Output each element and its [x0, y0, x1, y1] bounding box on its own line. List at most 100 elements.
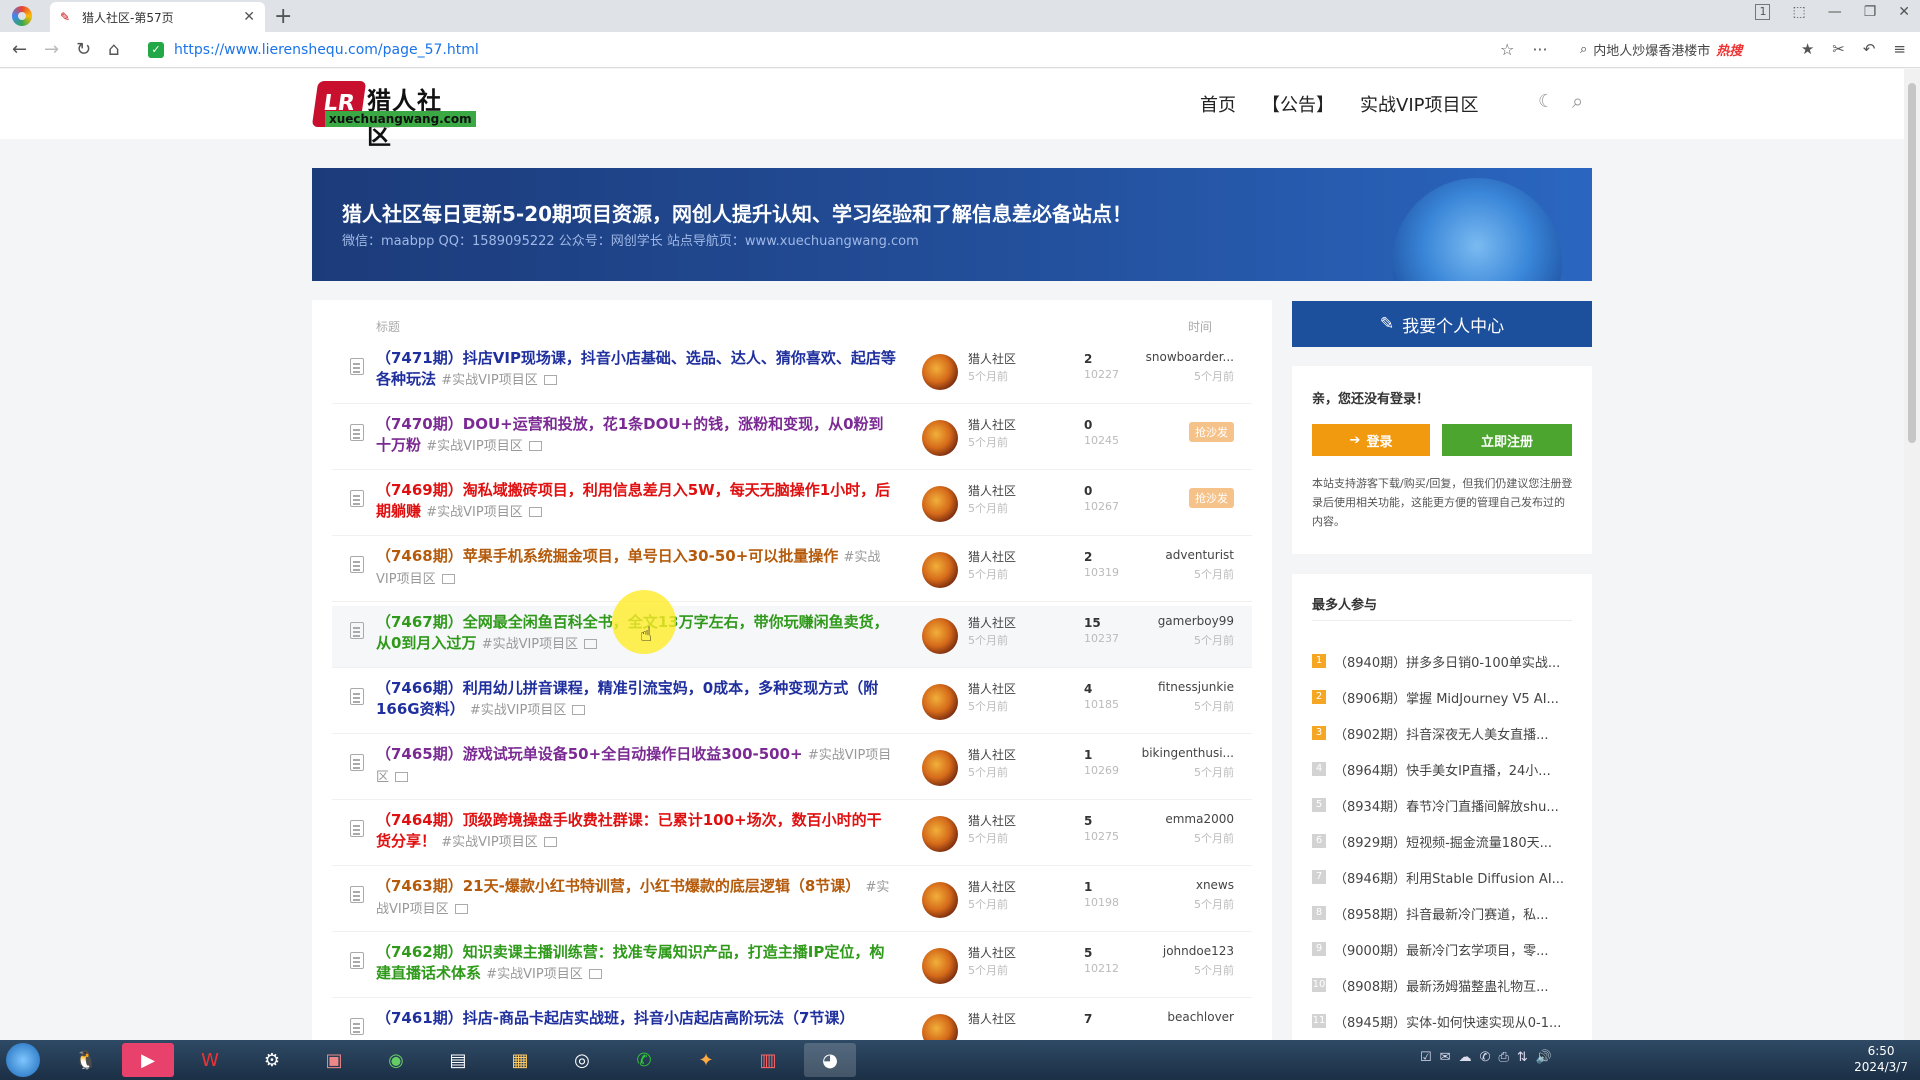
author-avatar[interactable] — [922, 354, 958, 390]
undo-icon[interactable]: ↶ — [1863, 40, 1876, 58]
last-reply-user[interactable]: fitnessjunkie — [1158, 680, 1234, 694]
scrollbar-thumb[interactable] — [1908, 83, 1916, 443]
author-avatar[interactable] — [922, 948, 958, 984]
slides-app-icon[interactable]: ▥ — [742, 1043, 794, 1077]
hot-topic-item[interactable]: 3 （8902期）抖音深夜无人美女直播... — [1312, 722, 1577, 744]
page-scrollbar[interactable] — [1904, 69, 1920, 1040]
author-avatar[interactable] — [922, 420, 958, 456]
author-name[interactable]: 猎人社区 — [968, 416, 1016, 433]
author-avatar[interactable] — [922, 882, 958, 918]
author-avatar[interactable] — [922, 618, 958, 654]
author-name[interactable]: 猎人社区 — [968, 878, 1016, 895]
qq-app-icon[interactable]: 🐧 — [60, 1043, 112, 1077]
tab-count-badge[interactable]: 1 — [1755, 4, 1771, 20]
category-tag[interactable]: #实战VIP项目区 — [470, 703, 566, 718]
last-reply-user[interactable]: emma2000 — [1165, 812, 1234, 826]
promo-banner[interactable]: 猎人社区每日更新5-20期项目资源，网创人提升认知、学习经验和了解信息差必备站点… — [312, 168, 1592, 281]
close-window-icon[interactable]: ✕ — [1898, 4, 1910, 20]
browser-logo-icon[interactable] — [12, 6, 32, 26]
tray-wechat-icon[interactable]: ✆ — [1480, 1050, 1491, 1065]
minimize-icon[interactable]: — — [1828, 4, 1842, 20]
hot-topic-item[interactable]: 4 （8964期）快手美女IP直播，24小... — [1312, 758, 1577, 780]
red-app-icon[interactable]: ▶ — [122, 1043, 174, 1077]
home-icon[interactable]: ⌂ — [108, 39, 119, 60]
author-avatar[interactable] — [922, 816, 958, 852]
thread-row[interactable]: （7467期）全网最全闲鱼百科全书，全文13万字左右，带你玩赚闲鱼卖货，从0到月… — [332, 606, 1252, 668]
tray-volume-icon[interactable]: 🔊 — [1536, 1050, 1552, 1065]
media-app-icon[interactable]: ▣ — [308, 1043, 360, 1077]
user-center-button[interactable]: ✎ 我要个人中心 — [1292, 301, 1592, 347]
last-reply-user[interactable]: bikingenthusi... — [1142, 746, 1234, 760]
author-avatar[interactable] — [922, 486, 958, 522]
skin-icon[interactable]: ⬚ — [1792, 4, 1805, 20]
thread-title[interactable]: （7466期）利用幼儿拼音课程，精准引流宝妈，0成本，多种变现方式（附166G资… — [376, 679, 878, 718]
author-name[interactable]: 猎人社区 — [968, 944, 1016, 961]
hot-topic-item[interactable]: 9 （9000期）最新冷门玄学项目，零... — [1312, 938, 1577, 960]
thread-row[interactable]: （7464期）顶级跨境操盘手收费社群课：已累计100+场次，数百小时的干货分享！… — [332, 804, 1252, 866]
author-avatar[interactable] — [922, 684, 958, 720]
favorites-icon[interactable]: ★ — [1801, 40, 1814, 58]
menu-icon[interactable]: ≡ — [1893, 40, 1906, 58]
new-tab-icon[interactable]: + — [274, 4, 292, 29]
restore-icon[interactable]: ❐ — [1864, 4, 1877, 20]
last-reply-user[interactable]: xnews — [1196, 878, 1234, 892]
category-tag[interactable]: #实战VIP项目区 — [426, 439, 522, 454]
thread-row[interactable]: （7466期）利用幼儿拼音课程，精准引流宝妈，0成本，多种变现方式（附166G资… — [332, 672, 1252, 734]
author-name[interactable]: 猎人社区 — [968, 350, 1016, 367]
last-reply-user[interactable]: beachlover — [1167, 1010, 1234, 1024]
last-reply-user[interactable]: johndoe123 — [1163, 944, 1234, 958]
author-name[interactable]: 猎人社区 — [968, 812, 1016, 829]
start-button[interactable] — [6, 1043, 40, 1077]
hot-topic-item[interactable]: 5 （8934期）春节冷门直播间解放shu... — [1312, 794, 1577, 816]
tray-cloud-icon[interactable]: ☁ — [1459, 1050, 1472, 1065]
author-name[interactable]: 猎人社区 — [968, 680, 1016, 697]
author-avatar[interactable] — [922, 750, 958, 786]
hot-topic-item[interactable]: 8 （8958期）抖音最新冷门赛道，私... — [1312, 902, 1577, 924]
category-tag[interactable]: #实战VIP项目区 — [426, 505, 522, 520]
thread-row[interactable]: （7465期）游戏试玩单设备50+全自动操作日收益300-500+ #实战VIP… — [332, 738, 1252, 800]
thread-row[interactable]: （7463期）21天-爆款小红书特训营，小红书爆款的底层逻辑（8节课） #实战V… — [332, 870, 1252, 932]
url-text[interactable]: https://www.lierenshequ.com/page_57.html — [174, 42, 479, 58]
author-name[interactable]: 猎人社区 — [968, 482, 1016, 499]
address-bar[interactable]: ✓ https://www.lierenshequ.com/page_57.ht… — [148, 36, 1548, 64]
hot-topic-item[interactable]: 6 （8929期）短视频-掘金流量180天... — [1312, 830, 1577, 852]
site-search-icon[interactable]: ⌕ — [1572, 89, 1583, 113]
store-app-icon[interactable]: ✦ — [680, 1043, 732, 1077]
tab-close-icon[interactable]: ✕ — [243, 9, 255, 25]
nav-announcement[interactable]: 【公告】 — [1262, 91, 1334, 117]
last-reply-user[interactable]: snowboarder... — [1146, 350, 1234, 364]
network-app-icon[interactable]: ⚙ — [246, 1043, 298, 1077]
editor-app-icon[interactable]: ▤ — [432, 1043, 484, 1077]
category-tag[interactable]: #实战VIP项目区 — [486, 967, 582, 982]
wps-app-icon[interactable]: W — [184, 1043, 236, 1077]
thread-row[interactable]: （7470期）DOU+运营和投放，花1条DOU+的钱，涨粉和变现，从0粉到十万粉… — [332, 408, 1252, 470]
thread-row[interactable]: （7471期）抖店VIP现场课，抖音小店基础、选品、达人、猜你喜欢、起店等各种玩… — [332, 342, 1252, 404]
thread-title[interactable]: （7465期）游戏试玩单设备50+全自动操作日收益300-500+ — [376, 745, 803, 763]
nav-vip-area[interactable]: 实战VIP项目区 — [1360, 91, 1478, 117]
tray-chat-icon[interactable]: ✉ — [1440, 1050, 1451, 1065]
author-name[interactable]: 猎人社区 — [968, 614, 1016, 631]
hot-topic-item[interactable]: 11 （8945期）实体-如何快速实现从0-1... — [1312, 1010, 1577, 1032]
system-clock[interactable]: 6:50 2024/3/7 — [1854, 1043, 1908, 1075]
tray-printer-icon[interactable]: ⎙ — [1498, 1050, 1508, 1065]
bookmark-star-icon[interactable]: ☆ — [1500, 40, 1514, 59]
hot-topic-item[interactable]: 1 （8940期）拼多多日销0-100单实战... — [1312, 650, 1577, 672]
nav-home[interactable]: 首页 — [1200, 91, 1236, 117]
scissors-icon[interactable]: ✂ — [1832, 40, 1845, 58]
hot-topic-item[interactable]: 10 （8908期）最新汤姆猫整蛊礼物互... — [1312, 974, 1577, 996]
author-name[interactable]: 猎人社区 — [968, 746, 1016, 763]
thread-title[interactable]: （7462期）知识卖课主播训练营：找准专属知识产品，打造主播IP定位，构建直播话… — [376, 943, 884, 982]
author-name[interactable]: 猎人社区 — [968, 548, 1016, 565]
chrome-app-icon[interactable]: ◎ — [556, 1043, 608, 1077]
green-app-icon[interactable]: ◉ — [370, 1043, 422, 1077]
hot-topic-item[interactable]: 2 （8906期）掌握 MidJourney V5 AI... — [1312, 686, 1577, 708]
tray-check-icon[interactable]: ☑ — [1420, 1050, 1432, 1065]
thread-title[interactable]: （7463期）21天-爆款小红书特训营，小红书爆款的底层逻辑（8节课） — [376, 877, 860, 895]
folder-app-icon[interactable]: ▦ — [494, 1043, 546, 1077]
browser-search[interactable]: ⌕ 内地人炒爆香港楼市 热搜 — [1580, 40, 1742, 59]
last-reply-user[interactable]: adventurist — [1165, 548, 1234, 562]
thread-title[interactable]: （7468期）苹果手机系统掘金项目，单号日入30-50+可以批量操作 — [376, 547, 838, 565]
browser-tab-active[interactable]: ✎ 猎人社区-第57页 ✕ — [50, 2, 265, 32]
category-tag[interactable]: #实战VIP项目区 — [441, 835, 537, 850]
category-tag[interactable]: #实战VIP项目区 — [441, 373, 537, 388]
